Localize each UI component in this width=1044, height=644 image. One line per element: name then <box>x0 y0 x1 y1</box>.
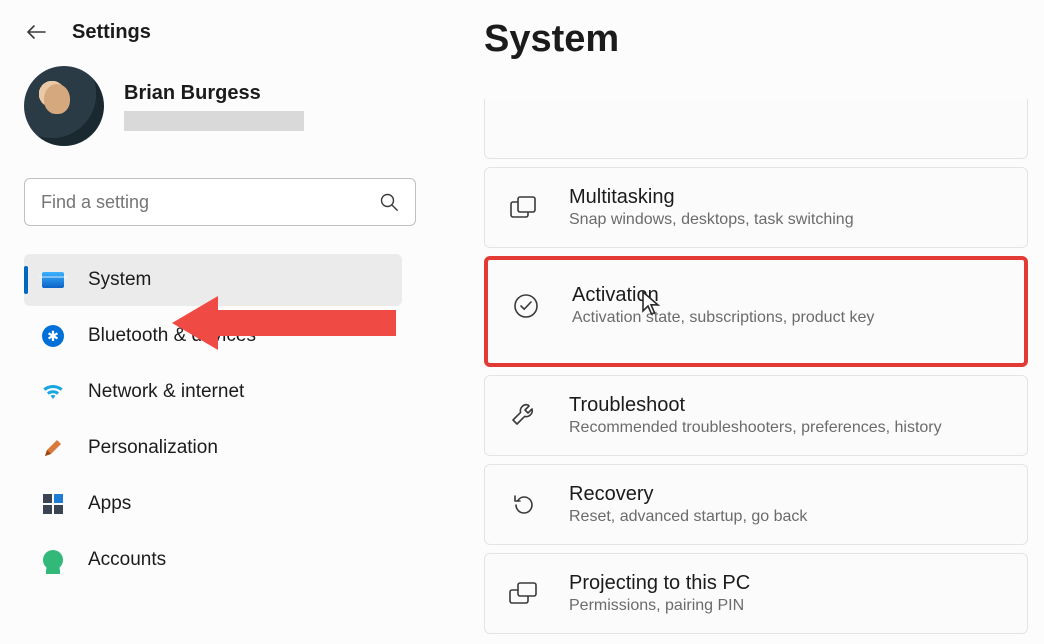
nav: System ✱ Bluetooth & devices Network & i… <box>24 254 432 586</box>
accounts-icon <box>40 547 66 573</box>
apps-icon <box>40 491 66 517</box>
nav-item-system[interactable]: System <box>24 254 402 306</box>
account-name: Brian Burgess <box>124 82 304 105</box>
nav-item-accounts[interactable]: Accounts <box>24 534 402 586</box>
card-title: Activation <box>572 284 874 307</box>
activation-icon <box>510 290 542 322</box>
sidebar: Settings Brian Burgess System ✱ <box>0 0 432 644</box>
personalization-icon <box>40 435 66 461</box>
nav-label: Personalization <box>88 437 218 459</box>
nav-item-network[interactable]: Network & internet <box>24 366 402 418</box>
avatar <box>24 66 104 146</box>
projecting-icon <box>507 578 539 610</box>
nav-item-personalization[interactable]: Personalization <box>24 422 402 474</box>
card-top-clipped[interactable] <box>484 99 1028 159</box>
card-activation[interactable]: Activation Activation state, subscriptio… <box>484 256 1028 367</box>
card-multitasking[interactable]: Multitasking Snap windows, desktops, tas… <box>484 167 1028 248</box>
card-recovery[interactable]: Recovery Reset, advanced startup, go bac… <box>484 464 1028 545</box>
card-troubleshoot[interactable]: Troubleshoot Recommended troubleshooters… <box>484 375 1028 456</box>
troubleshoot-icon <box>507 400 539 432</box>
account-block[interactable]: Brian Burgess <box>24 66 432 146</box>
nav-item-bluetooth[interactable]: ✱ Bluetooth & devices <box>24 310 402 362</box>
card-title: Troubleshoot <box>569 394 942 417</box>
wifi-icon <box>40 379 66 405</box>
main-panel: System Multitasking Snap windows, deskto… <box>432 0 1044 644</box>
nav-label: Apps <box>88 493 131 515</box>
card-subtitle: Reset, advanced startup, go back <box>569 508 807 526</box>
multitasking-icon <box>507 192 539 224</box>
account-email-redacted <box>124 111 304 131</box>
back-button[interactable] <box>24 20 48 44</box>
card-subtitle: Activation state, subscriptions, product… <box>572 309 874 327</box>
card-projecting[interactable]: Projecting to this PC Permissions, pairi… <box>484 553 1028 634</box>
card-subtitle: Recommended troubleshooters, preferences… <box>569 419 942 437</box>
app-title: Settings <box>72 21 151 44</box>
card-title: Projecting to this PC <box>569 572 750 595</box>
search-input[interactable] <box>41 192 379 213</box>
card-title: Multitasking <box>569 186 854 209</box>
recovery-icon <box>507 489 539 521</box>
search-icon <box>379 192 399 212</box>
card-title: Recovery <box>569 483 807 506</box>
arrow-left-icon <box>25 23 47 41</box>
page-title: System <box>484 18 1034 61</box>
nav-label: System <box>88 269 151 291</box>
nav-label: Bluetooth & devices <box>88 325 256 347</box>
bluetooth-icon: ✱ <box>40 323 66 349</box>
nav-label: Accounts <box>88 549 166 571</box>
card-subtitle: Permissions, pairing PIN <box>569 597 750 615</box>
nav-label: Network & internet <box>88 381 244 403</box>
nav-item-apps[interactable]: Apps <box>24 478 402 530</box>
search-box[interactable] <box>24 178 416 226</box>
card-subtitle: Snap windows, desktops, task switching <box>569 211 854 229</box>
system-icon <box>40 267 66 293</box>
